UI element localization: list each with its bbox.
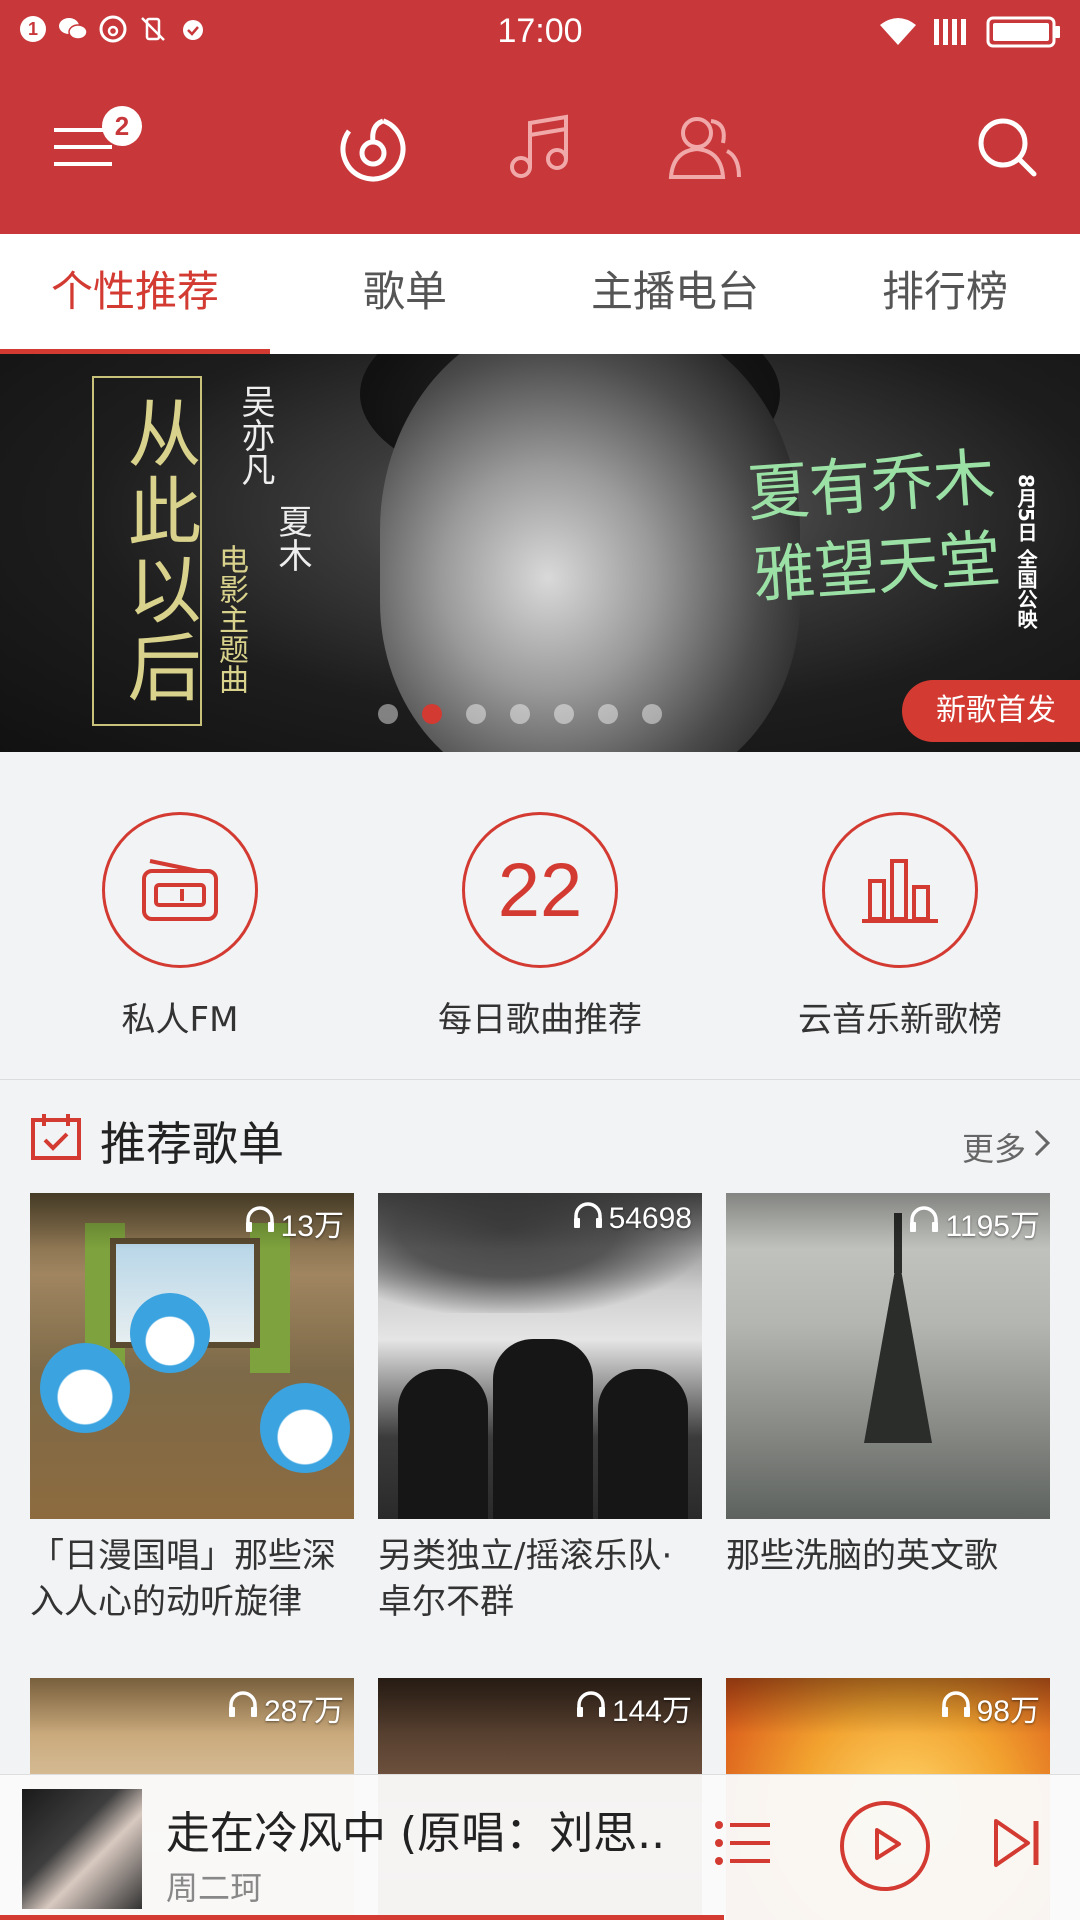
calendar-day-icon: 22 [462, 812, 618, 968]
play-icon [865, 1824, 905, 1868]
private-fm-entry[interactable]: 私人FM [50, 812, 310, 1041]
my-music-button[interactable] [494, 104, 584, 194]
menu-badge: 2 [102, 106, 142, 146]
daily-songs-label: 每日歌曲推荐 [438, 1000, 642, 1040]
friends-button[interactable] [660, 104, 750, 194]
pager-dot[interactable] [466, 704, 486, 724]
pager-dot[interactable] [554, 704, 574, 724]
play-count-value: 13万 [280, 1210, 344, 1243]
more-link[interactable]: 更多 [962, 1124, 1052, 1170]
chevron-right-icon [1032, 1127, 1052, 1167]
tab-bar: 个性推荐 歌单 主播电台 排行榜 [0, 234, 1080, 354]
play-count: 98万 [941, 1686, 1040, 1730]
banner-release-date: 8月5日 全国公映 [1014, 474, 1038, 629]
banner-film-title: 夏有乔木 雅望天堂 [744, 440, 1004, 613]
cover-art-detail [130, 1293, 210, 1373]
playlist-cover: 54698 [378, 1193, 702, 1519]
play-count-value: 98万 [976, 1695, 1040, 1728]
playlist-cover: 1195万 [726, 1193, 1050, 1519]
headphones-icon [941, 1690, 971, 1726]
skip-next-icon [988, 1819, 1044, 1875]
radio-icon [102, 812, 258, 968]
cover-art-detail [598, 1369, 688, 1519]
now-playing-cover[interactable] [22, 1789, 142, 1909]
playlist-queue-button[interactable] [714, 1817, 772, 1873]
playlist-title: 另类独立/摇滚乐队·卓尔不群 [378, 1536, 673, 1622]
playlist-title: 那些洗脑的英文歌 [726, 1536, 998, 1576]
play-count-value: 1195万 [945, 1210, 1040, 1243]
pager-dot[interactable] [378, 704, 398, 724]
pager-dot[interactable] [642, 704, 662, 724]
play-count: 1195万 [909, 1201, 1040, 1245]
new-songs-chart-entry[interactable]: 云音乐新歌榜 [770, 812, 1030, 1041]
mini-player[interactable]: 走在冷风中 (原唱：刘思.. 周二珂 [0, 1774, 1080, 1920]
banner-tag: 新歌首发 [902, 680, 1080, 742]
friends-icon [665, 111, 745, 187]
banner-subtitle: 电影主题曲 [213, 544, 248, 694]
headphones-icon [573, 1201, 603, 1237]
cover-art-detail [864, 1253, 932, 1443]
headphones-icon [576, 1690, 606, 1726]
status-right-icons [878, 16, 1062, 52]
signal-icon [932, 17, 972, 51]
cover-art-detail [40, 1343, 130, 1433]
now-playing-artist: 周二珂 [166, 1869, 263, 1907]
my-music-icon [503, 111, 575, 187]
quick-entries: 私人FM 22 每日歌曲推荐 云音乐新歌榜 [0, 752, 1080, 1080]
cover-art-detail [398, 1369, 488, 1519]
cover-art-detail [260, 1383, 350, 1473]
search-icon [974, 114, 1040, 184]
wifi-icon [878, 17, 918, 51]
recommended-playlists-header: 推荐歌单 更多 [0, 1080, 1080, 1190]
playlist-cover: 13万 [30, 1193, 354, 1519]
headphones-icon [909, 1205, 939, 1241]
banner-pager-dots[interactable] [0, 704, 1060, 724]
pager-dot[interactable] [510, 704, 530, 724]
now-playing-title: 走在冷风中 (原唱：刘思.. [166, 1808, 666, 1859]
play-count: 287万 [228, 1686, 344, 1730]
cover-art-detail [493, 1339, 593, 1519]
tab-playlists[interactable]: 歌单 [270, 234, 540, 354]
queue-list-icon [714, 1821, 772, 1873]
play-count-value: 144万 [611, 1695, 692, 1728]
banner-song-title: 从此以后 [92, 376, 202, 726]
promo-banner[interactable]: 从此以后 吴亦凡 夏木 电影主题曲 夏有乔木 雅望天堂 8月5日 全国公映 新歌… [0, 354, 1080, 752]
tab-radio[interactable]: 主播电台 [540, 234, 810, 354]
pager-dot-active[interactable] [422, 704, 442, 724]
play-count-value: 287万 [263, 1695, 344, 1728]
playlist-card[interactable]: 1195万 那些洗脑的英文歌 [726, 1193, 1050, 1579]
headphones-icon [245, 1205, 275, 1241]
next-button[interactable] [988, 1815, 1044, 1875]
play-count: 54698 [573, 1201, 692, 1237]
section-title: 推荐歌单 [100, 1117, 284, 1171]
banner-song: 夏木 [272, 504, 312, 572]
banner-singer: 吴亦凡 [235, 384, 275, 486]
discover-button[interactable] [328, 104, 418, 194]
battery-icon [986, 16, 1062, 52]
playlist-card[interactable]: 54698 另类独立/摇滚乐队·卓尔不群 [378, 1193, 702, 1625]
status-bar: 1 17:00 [0, 0, 1080, 66]
tab-personal-recommend[interactable]: 个性推荐 [0, 234, 270, 354]
top-bar: 2 [0, 66, 1080, 234]
daily-songs-entry[interactable]: 22 每日歌曲推荐 [410, 812, 670, 1041]
playlist-title: 「日漫国唱」那些深入人心的动听旋律 [30, 1536, 336, 1622]
tab-charts[interactable]: 排行榜 [810, 234, 1080, 354]
new-songs-chart-label: 云音乐新歌榜 [798, 1000, 1002, 1040]
play-count-value: 54698 [608, 1202, 692, 1235]
private-fm-label: 私人FM [121, 1000, 239, 1040]
playlist-card[interactable]: 13万 「日漫国唱」那些深入人心的动听旋律 [30, 1193, 354, 1625]
banner-artwork-portrait [380, 354, 800, 752]
play-count: 13万 [245, 1201, 344, 1245]
calendar-icon [30, 1112, 82, 1166]
discover-icon [337, 111, 409, 187]
headphones-icon [228, 1690, 258, 1726]
more-label: 更多 [961, 1130, 1026, 1168]
chart-bars-icon [822, 812, 978, 968]
playback-progress-bar[interactable] [0, 1915, 724, 1920]
play-count: 144万 [576, 1686, 692, 1730]
pager-dot[interactable] [598, 704, 618, 724]
daily-date-number: 22 [497, 847, 583, 933]
play-button[interactable] [840, 1801, 930, 1891]
search-button[interactable] [962, 104, 1052, 194]
